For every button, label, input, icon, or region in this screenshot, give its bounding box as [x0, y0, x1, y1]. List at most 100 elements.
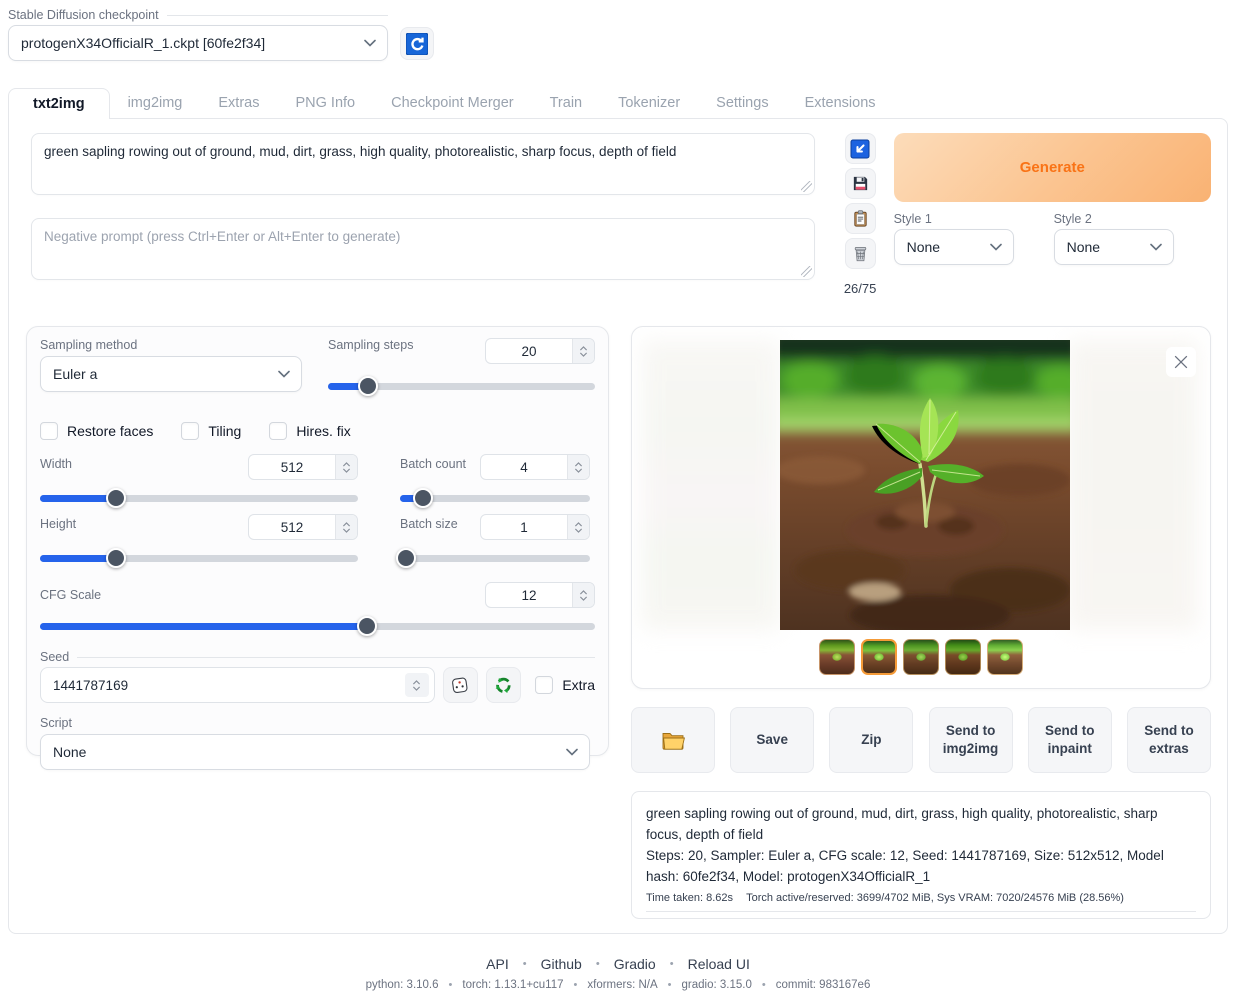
tab-settings[interactable]: Settings — [698, 88, 786, 118]
chevron-down-icon — [990, 243, 1002, 251]
sampling-method-select[interactable]: Euler a — [40, 356, 302, 392]
stepper-buttons[interactable] — [335, 455, 357, 479]
checkbox-box[interactable] — [40, 422, 58, 440]
sampling-method-label: Sampling method — [40, 338, 302, 352]
prompt-input[interactable]: green sapling rowing out of ground, mud,… — [31, 133, 815, 195]
chevron-down-icon — [278, 370, 290, 378]
height-value: 512 — [249, 515, 335, 539]
slider-thumb[interactable] — [396, 548, 416, 568]
tab-extensions[interactable]: Extensions — [787, 88, 894, 118]
api-link[interactable]: API — [486, 956, 509, 972]
seed-label: Seed — [40, 650, 595, 664]
sampling-method-value: Euler a — [53, 366, 97, 382]
random-seed-button[interactable] — [443, 667, 478, 703]
thumbnail-5[interactable] — [987, 639, 1023, 675]
tab-txt2img[interactable]: txt2img — [8, 88, 110, 119]
batch-count-slider[interactable] — [400, 488, 590, 508]
batch-size-slider[interactable] — [400, 548, 590, 568]
script-label: Script — [40, 716, 595, 730]
stepper-buttons[interactable] — [405, 673, 429, 697]
stepper-buttons[interactable] — [567, 455, 589, 479]
apply-style-button[interactable] — [845, 203, 876, 234]
tab-checkpoint-merger[interactable]: Checkpoint Merger — [373, 88, 532, 118]
dot-separator: • — [670, 958, 674, 970]
stepper-buttons[interactable] — [572, 583, 594, 607]
extra-seed-checkbox[interactable]: Extra — [535, 676, 595, 694]
batch-size-input[interactable]: 1 — [480, 514, 590, 540]
thumbnail-4[interactable] — [945, 639, 981, 675]
sampling-steps-slider[interactable] — [328, 376, 595, 396]
style1-label: Style 1 — [894, 212, 1014, 226]
height-label: Height — [40, 517, 76, 531]
cfg-scale-slider[interactable] — [40, 616, 595, 636]
cfg-scale-input[interactable]: 12 — [485, 582, 595, 608]
thumbnail-3[interactable] — [903, 639, 939, 675]
send-to-img2img-button[interactable]: Send to img2img — [929, 707, 1013, 773]
github-link[interactable]: Github — [541, 956, 582, 972]
checkpoint-value: protogenX34OfficialR_1.ckpt [60fe2f34] — [21, 35, 265, 51]
checkbox-box[interactable] — [535, 676, 553, 694]
tiling-checkbox[interactable]: Tiling — [181, 422, 241, 440]
tab-tokenizer[interactable]: Tokenizer — [600, 88, 698, 118]
slider-thumb[interactable] — [357, 616, 377, 636]
checkpoint-select[interactable]: protogenX34OfficialR_1.ckpt [60fe2f34] — [8, 25, 388, 61]
batch-count-input[interactable]: 4 — [480, 454, 590, 480]
width-slider[interactable] — [40, 488, 358, 508]
checkbox-box[interactable] — [269, 422, 287, 440]
slider-thumb[interactable] — [106, 488, 126, 508]
slider-thumb[interactable] — [413, 488, 433, 508]
clear-prompt-button[interactable] — [845, 238, 876, 269]
width-label: Width — [40, 457, 72, 471]
stepper-buttons[interactable] — [567, 515, 589, 539]
stepper-buttons[interactable] — [335, 515, 357, 539]
sampling-steps-input[interactable]: 20 — [485, 338, 595, 364]
chevron-down-icon — [574, 528, 583, 533]
chevron-down-icon — [579, 596, 588, 601]
close-gallery-button[interactable] — [1166, 347, 1196, 377]
width-input[interactable]: 512 — [248, 454, 358, 480]
script-select[interactable]: None — [40, 734, 590, 770]
refresh-checkpoint-button[interactable] — [400, 27, 434, 60]
slider-thumb[interactable] — [106, 548, 126, 568]
performance-info: Time taken: 8.62s Torch active/reserved:… — [646, 892, 1196, 912]
seed-input[interactable]: 1441787169 — [40, 667, 435, 703]
slider-thumb[interactable] — [358, 376, 378, 396]
thumbnail-1[interactable] — [819, 639, 855, 675]
paste-generation-params-button[interactable] — [845, 133, 876, 164]
height-input[interactable]: 512 — [248, 514, 358, 540]
thumbnail-2-selected[interactable] — [861, 639, 897, 675]
python-version: python: 3.10.6 — [366, 979, 439, 991]
tab-extras[interactable]: Extras — [200, 88, 277, 118]
generated-image[interactable] — [780, 340, 1070, 630]
tab-train[interactable]: Train — [532, 88, 601, 118]
send-to-inpaint-button[interactable]: Send to inpaint — [1028, 707, 1112, 773]
reload-ui-link[interactable]: Reload UI — [688, 956, 750, 972]
tab-img2img[interactable]: img2img — [110, 88, 201, 118]
sampling-steps-label: Sampling steps — [328, 338, 413, 352]
restore-faces-label: Restore faces — [67, 423, 153, 439]
hires-fix-checkbox[interactable]: Hires. fix — [269, 422, 350, 440]
restore-faces-checkbox[interactable]: Restore faces — [40, 422, 153, 440]
stepper-buttons[interactable] — [572, 339, 594, 363]
style1-select[interactable]: None — [894, 229, 1014, 265]
height-slider[interactable] — [40, 548, 358, 568]
send-to-extras-button[interactable]: Send to extras — [1127, 707, 1211, 773]
dot-separator: • — [762, 979, 766, 991]
tab-png-info[interactable]: PNG Info — [277, 88, 373, 118]
reuse-seed-button[interactable] — [486, 667, 521, 703]
style2-select[interactable]: None — [1054, 229, 1174, 265]
gradio-version: gradio: 3.15.0 — [682, 979, 752, 991]
chevron-up-icon — [579, 590, 588, 595]
zip-button[interactable]: Zip — [829, 707, 913, 773]
gradio-link[interactable]: Gradio — [614, 956, 656, 972]
chevron-down-icon — [342, 468, 351, 473]
negative-prompt-input[interactable] — [31, 218, 815, 280]
output-params-text: Steps: 20, Sampler: Euler a, CFG scale: … — [646, 846, 1196, 888]
open-folder-button[interactable] — [631, 707, 715, 773]
generate-button[interactable]: Generate — [894, 133, 1211, 202]
gallery-actions: Save Zip Send to img2img Send to inpaint… — [631, 707, 1211, 773]
save-button[interactable]: Save — [730, 707, 814, 773]
checkbox-box[interactable] — [181, 422, 199, 440]
chevron-down-icon — [342, 528, 351, 533]
save-style-button[interactable] — [845, 168, 876, 199]
